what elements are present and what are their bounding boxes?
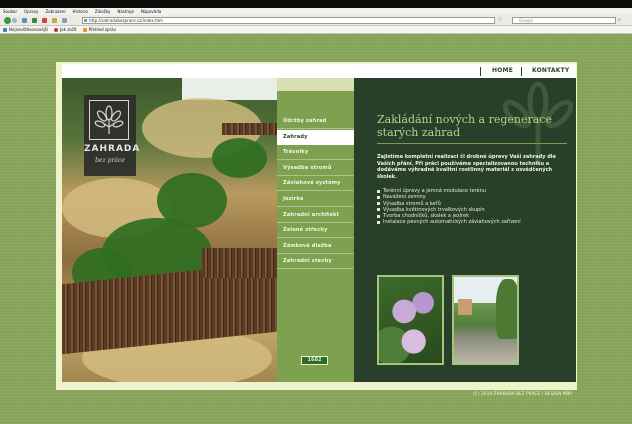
content-intro: Zajistíme kompletní realizaci či drobné … bbox=[377, 154, 556, 180]
bullet-icon bbox=[377, 202, 380, 206]
bullet-icon bbox=[377, 208, 380, 212]
tree-logo-icon bbox=[89, 100, 129, 140]
visit-counter: 1682 bbox=[301, 356, 328, 365]
photo-plant bbox=[212, 138, 267, 178]
menu-item-6[interactable]: Zahradní architekt bbox=[277, 208, 354, 223]
search-icon[interactable]: ⌕ bbox=[618, 17, 625, 24]
search-input[interactable]: Google bbox=[512, 17, 616, 24]
hydrangea-photo[interactable] bbox=[377, 275, 444, 365]
menu-item-3[interactable]: Výsadba stromů bbox=[277, 161, 354, 176]
menu-item-1[interactable]: Zahrady bbox=[277, 129, 354, 145]
menu-item-7[interactable]: Zelené střechy bbox=[277, 223, 354, 239]
nav-home[interactable]: HOME bbox=[492, 67, 513, 74]
address-bar[interactable]: http://zahradabezprace.cz/index.htm bbox=[82, 17, 495, 24]
patio-garden-photo[interactable] bbox=[452, 275, 519, 365]
back-arrow-icon[interactable] bbox=[4, 17, 11, 24]
bullet-icon bbox=[377, 221, 380, 225]
bookmarks-bar: Nejnavštěvovanější Jak začít Přehled zpr… bbox=[0, 26, 632, 34]
star-icon[interactable]: ☆ bbox=[497, 17, 503, 23]
photo-fence bbox=[222, 123, 277, 135]
photo-sky bbox=[182, 78, 277, 100]
nav-contacts[interactable]: KONTAKTY bbox=[532, 67, 569, 74]
search-placeholder: Google bbox=[519, 18, 534, 23]
menu-zobrazeni[interactable]: Zobrazení bbox=[45, 9, 65, 14]
rss-icon bbox=[82, 27, 87, 32]
menu-soubor[interactable]: Soubor bbox=[3, 9, 17, 14]
photo-house bbox=[458, 299, 472, 315]
photo-fence bbox=[202, 248, 277, 278]
service-text: Navážení zeminy bbox=[383, 194, 426, 201]
menu-header-strip bbox=[277, 78, 354, 91]
bookmark-most-visited[interactable]: Nejnavštěvovanější bbox=[3, 27, 48, 32]
address-url: http://zahradabezprace.cz/index.htm bbox=[89, 18, 163, 23]
menu-zalozky[interactable]: Záložky bbox=[95, 9, 110, 14]
service-item: Instalace pevných automatických závlahov… bbox=[377, 219, 567, 225]
stop-icon[interactable] bbox=[42, 18, 47, 23]
menu-napoveda[interactable]: Nápověda bbox=[141, 9, 161, 14]
menu-item-5[interactable]: Jezírka bbox=[277, 192, 354, 207]
reload-icon[interactable] bbox=[32, 18, 37, 23]
service-text: Výsadba stromů a keřů bbox=[383, 200, 441, 207]
bookmark-getting-started[interactable]: Jak začít bbox=[53, 27, 77, 32]
menu-item-2[interactable]: Trávníky bbox=[277, 145, 354, 161]
menu-item-4[interactable]: Závlahové systémy bbox=[277, 176, 354, 192]
firefox-icon bbox=[53, 27, 58, 32]
browser-toolbar: http://zahradabezprace.cz/index.htm ☆ Go… bbox=[0, 15, 632, 26]
menu-nastroje[interactable]: Nástroje bbox=[117, 9, 134, 14]
bullet-icon bbox=[377, 189, 380, 193]
photo-tree bbox=[496, 279, 517, 339]
browser-menubar: Soubor Úpravy Zobrazení Historie Záložky… bbox=[0, 8, 632, 15]
menu-historie[interactable]: Historie bbox=[72, 9, 87, 14]
site-favicon-icon bbox=[84, 19, 87, 22]
service-text: Instalace pevných automatických závlahov… bbox=[383, 219, 521, 226]
menu-item-0[interactable]: Údržby zahrad bbox=[277, 114, 354, 129]
bookmark-icon bbox=[3, 27, 7, 32]
bookmark-page-icon[interactable] bbox=[62, 18, 67, 23]
bookmark-news[interactable]: Přehled zpráv bbox=[82, 27, 116, 32]
window-titlebar bbox=[0, 0, 632, 8]
top-navigation: HOME KONTAKTY bbox=[62, 64, 576, 79]
nav-separator bbox=[480, 67, 481, 76]
site-logo[interactable]: ZAHRADA bez práce bbox=[84, 95, 141, 176]
menu-item-8[interactable]: Zámková dlažba bbox=[277, 239, 354, 254]
forward-arrow-icon[interactable] bbox=[12, 18, 17, 23]
service-text: Výsadba květinových trvalkových skupin bbox=[383, 206, 485, 213]
footer-copyright: (C) 2010 ZAHRADA BEZ PRÁCE / DESIGN MBP bbox=[473, 391, 572, 396]
content-heading: Zakládání nových a regenerace starých za… bbox=[377, 113, 552, 139]
nav-separator bbox=[521, 67, 522, 76]
logo-tagline: bez práce bbox=[95, 157, 125, 164]
dropdown-icon[interactable] bbox=[22, 18, 27, 23]
heading-divider bbox=[377, 143, 567, 144]
logo-name: ZAHRADA bbox=[84, 144, 141, 154]
bullet-icon bbox=[377, 214, 380, 218]
home-icon[interactable] bbox=[52, 18, 57, 23]
services-list: Terénní úpravy a jemná modulace terénu Na… bbox=[377, 188, 567, 226]
menu-item-9[interactable]: Zahradní stavby bbox=[277, 254, 354, 270]
menu-upravy[interactable]: Úpravy bbox=[24, 9, 38, 14]
bullet-icon bbox=[377, 195, 380, 199]
